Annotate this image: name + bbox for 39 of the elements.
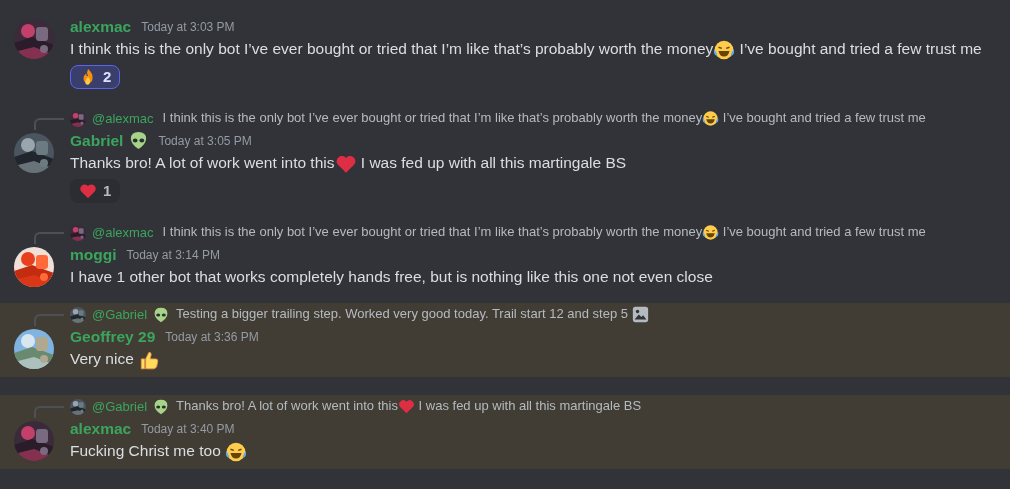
message-text: Very nice [70,347,1010,371]
username[interactable]: alexmac [70,419,132,438]
username[interactable]: Gabriel [70,131,124,150]
laughing-emoji-icon [702,110,720,128]
laughing-emoji-icon [713,38,736,61]
username[interactable]: moggi [70,245,117,264]
timestamp: Today at 3:05 PM [158,133,252,148]
timestamp: Today at 3:36 PM [165,329,259,344]
laughing-emoji-icon [225,440,248,463]
reply-connector-line [34,405,64,418]
heart-emoji-icon [79,181,97,200]
reply-connector-line [34,231,64,244]
reply-author-link[interactable]: @Gabriel [92,307,148,323]
username[interactable]: alexmac [70,18,132,36]
message-text: Fucking Christ me too [70,439,1010,463]
reaction-button[interactable]: 1 [70,178,121,203]
reply-author-link[interactable]: @alexmac [92,111,154,127]
replied-message-preview[interactable]: Thanks bro! A lot of work went into this I was fed up with all this martingale BS [176,398,642,416]
timestamp: Today at 3:40 PM [141,421,235,436]
reply-author-link[interactable]: @alexmac [92,225,154,241]
heart-emoji-icon [397,398,415,416]
reply-connector-line [34,117,64,130]
reply-connector-line [34,313,64,326]
alien-emoji-icon [153,398,170,415]
alien-emoji-icon [153,306,170,323]
alien-emoji-icon [129,131,149,151]
laughing-emoji-icon [702,224,720,242]
timestamp: Today at 3:14 PM [126,247,220,262]
message-text: I have 1 other bot that works completely hands free, but is nothing like this one not even close [70,266,714,287]
image-icon [631,306,649,324]
reply-author-link[interactable]: @Gabriel [92,399,148,415]
message-text: Thanks bro! A lot of work went into this I was fed up with all this martingale BS [70,151,1010,175]
replied-message-preview[interactable]: Testing a bigger trailing step. Worked very good today. Trail start 12 and step 5 [176,306,649,324]
replied-message-preview[interactable]: I think this is the only bot I’ve ever bought or tried that I’m like that’s probably worth the money I’ve bought and tried a few trust me [162,224,926,242]
reaction-button[interactable]: 2 [70,64,121,89]
username[interactable]: Geoffrey 29 [70,327,156,346]
timestamp: Today at 3:03 PM [141,20,235,34]
replied-message-preview[interactable]: I think this is the only bot I’ve ever bought or tried that I’m like that’s probably worth the money I’ve bought and tried a few trust me [162,110,926,128]
message-text: I think this is the only bot I’ve ever bought or tried that I’m like that’s probably worth the money I’ve bought and tried a few trust me [70,38,1010,61]
